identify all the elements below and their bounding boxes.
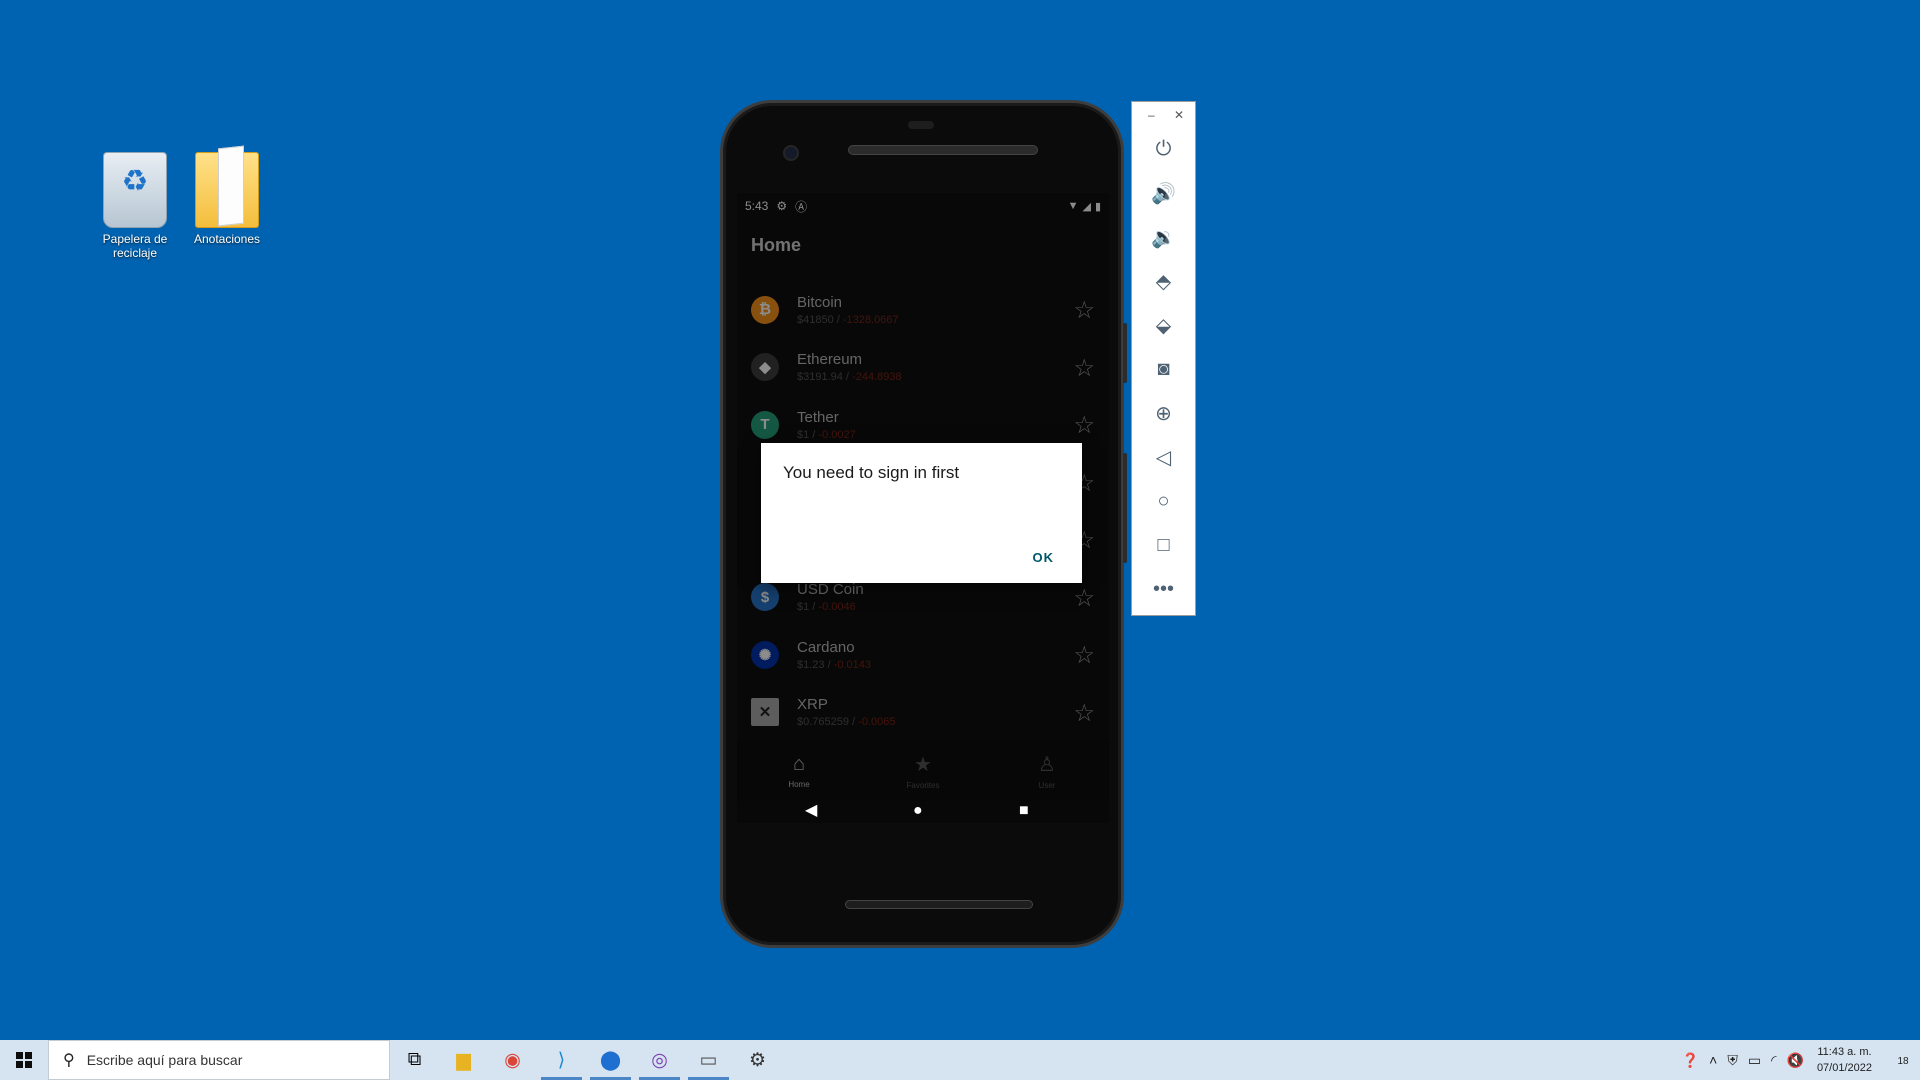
zoom-icon[interactable]: ⊕ xyxy=(1132,395,1195,431)
windows-taskbar: ⚲ Escribe aquí para buscar ⧉ ▆ ◉ ⟩ ⬤ ◎ ▭… xyxy=(0,1040,1920,1080)
github-desktop-icon[interactable]: ◎ xyxy=(635,1040,684,1080)
bottom-speaker xyxy=(845,900,1033,909)
close-icon[interactable]: ✕ xyxy=(1174,108,1184,122)
more-icon[interactable]: ••• xyxy=(1132,571,1195,607)
volume-down-icon[interactable]: 🔉 xyxy=(1132,219,1195,255)
recycle-bin-icon xyxy=(103,152,167,228)
back-icon[interactable]: ◁ xyxy=(1132,439,1195,475)
volume-muted-icon[interactable]: 🔇 xyxy=(1787,1052,1804,1069)
home-nav-icon[interactable]: ● xyxy=(913,801,923,821)
desktop-icon-anotaciones[interactable]: Anotaciones xyxy=(182,152,272,246)
clock-date: 07/01/2022 xyxy=(1816,1062,1872,1074)
emulator-window-icon[interactable]: ▭ xyxy=(684,1040,733,1080)
camera-icon[interactable]: ◙ xyxy=(1132,351,1195,387)
rotate-left-icon[interactable]: ⬘ xyxy=(1132,263,1195,299)
volume-up-icon[interactable]: 🔊 xyxy=(1132,175,1195,211)
start-button[interactable] xyxy=(0,1040,48,1080)
folder-icon xyxy=(195,152,259,228)
home-icon[interactable]: ○ xyxy=(1132,483,1195,519)
top-speaker xyxy=(848,145,1038,155)
network-icon[interactable]: ◜ xyxy=(1771,1052,1776,1069)
dialog-message: You need to sign in first xyxy=(783,463,960,482)
file-explorer-icon[interactable]: ▆ xyxy=(439,1040,488,1080)
volume-side-button xyxy=(1123,323,1127,383)
chrome-icon[interactable]: ◉ xyxy=(488,1040,537,1080)
desktop-icon-recycle-bin[interactable]: Papelera de reciclaje xyxy=(90,152,180,260)
maps-app-icon[interactable]: ⬤ xyxy=(586,1040,635,1080)
notification-count: 18 xyxy=(1897,1056,1909,1067)
task-view-icon[interactable]: ⧉ xyxy=(390,1040,439,1080)
dialog-ok-button[interactable]: OK xyxy=(1033,550,1055,565)
show-hidden-icons-chevron-icon[interactable]: ˄ xyxy=(1709,1052,1717,1068)
system-tray: ❓ ˄ ⛨ ▭ ◜ 🔇 11:43 a. m. 07/01/2022 18 xyxy=(1677,1040,1920,1080)
help-icon[interactable]: ❓ xyxy=(1682,1052,1699,1069)
recents-nav-icon[interactable]: ■ xyxy=(1019,801,1029,821)
desktop-icon-label: Anotaciones xyxy=(193,232,261,246)
taskbar-search[interactable]: ⚲ Escribe aquí para buscar xyxy=(48,1040,390,1080)
vscode-icon[interactable]: ⟩ xyxy=(537,1040,586,1080)
back-nav-icon[interactable]: ◀ xyxy=(805,801,817,821)
overview-icon[interactable]: □ xyxy=(1132,527,1195,563)
action-center-icon[interactable]: 18 xyxy=(1886,1051,1920,1069)
android-system-nav: ◀ ● ■ xyxy=(737,801,1109,823)
clock-time: 11:43 a. m. xyxy=(1817,1046,1872,1058)
front-camera xyxy=(783,145,799,161)
security-icon[interactable]: ⛨ xyxy=(1727,1052,1738,1069)
power-icon[interactable]: ⏻ xyxy=(1132,131,1195,167)
settings-gear-icon[interactable]: ⚙ xyxy=(733,1040,782,1080)
earpiece xyxy=(908,121,934,129)
search-icon: ⚲ xyxy=(63,1052,75,1069)
battery-icon[interactable]: ▭ xyxy=(1748,1052,1761,1069)
emulator-toolbar: – ✕ ⏻ 🔊 🔉 ⬘ ⬙ ◙ ⊕ ◁ ○ □ ••• xyxy=(1131,101,1196,616)
taskbar-clock[interactable]: 11:43 a. m. 07/01/2022 xyxy=(1817,1044,1872,1076)
rotate-right-icon[interactable]: ⬙ xyxy=(1132,307,1195,343)
alert-dialog: You need to sign in first OK xyxy=(761,443,1082,583)
windows-logo-icon xyxy=(16,1052,32,1068)
search-placeholder: Escribe aquí para buscar xyxy=(86,1052,243,1068)
minimize-icon[interactable]: – xyxy=(1148,108,1155,122)
power-side-button xyxy=(1123,453,1127,563)
desktop-icon-label: Papelera de reciclaje xyxy=(102,232,168,260)
